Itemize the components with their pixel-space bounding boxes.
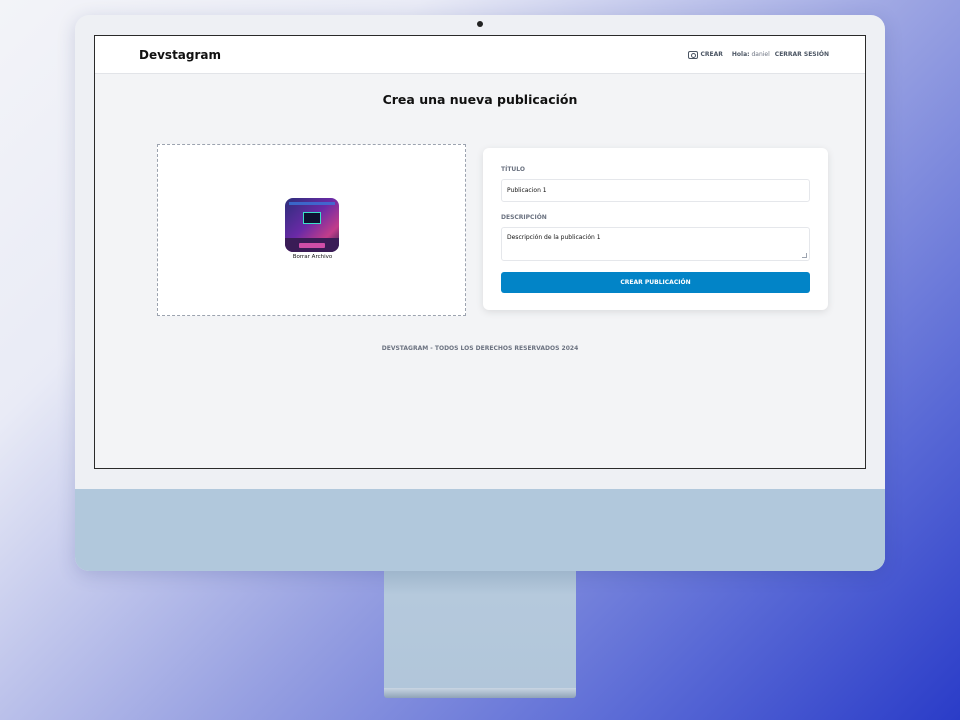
image-dropzone[interactable]: Borrar Archivo <box>157 144 466 316</box>
imac-stand <box>384 571 576 689</box>
uploaded-image-thumbnail <box>285 198 339 252</box>
camera-dot <box>477 21 483 27</box>
thumbnail-detail <box>299 243 325 248</box>
remove-file-link[interactable]: Borrar Archivo <box>158 254 467 260</box>
imac-chin <box>75 489 885 571</box>
thumbnail-detail <box>303 212 321 224</box>
post-form: Título Publicacion 1 Descripción Descrip… <box>483 148 828 310</box>
top-nav: Crear Hola: daniel Cerrar Sesión <box>684 49 829 61</box>
imac-frame: Devstagram Crear Hola: daniel Cerrar Ses… <box>75 15 885 571</box>
title-label: Título <box>501 166 525 173</box>
greeting-label: Hola: <box>731 51 750 58</box>
footer-text: Devstagram - Todos los derechos reservad… <box>381 345 579 352</box>
app-screen: Devstagram Crear Hola: daniel Cerrar Ses… <box>94 35 866 469</box>
main-content: Crea una nueva publicación Borrar Archiv… <box>95 92 865 352</box>
logout-button[interactable]: Cerrar Sesión <box>775 51 829 58</box>
greeting: Hola: daniel <box>732 51 770 58</box>
description-label: Descripción <box>501 214 547 221</box>
app-header: Devstagram Crear Hola: daniel Cerrar Ses… <box>95 36 865 74</box>
brand-logo[interactable]: Devstagram <box>139 48 221 62</box>
page-title: Crea una nueva publicación <box>382 92 578 107</box>
camera-icon <box>687 50 698 59</box>
create-label: Crear <box>700 51 723 58</box>
create-post-button[interactable]: Crear Publicación <box>501 272 810 293</box>
thumbnail-detail <box>289 202 335 205</box>
create-link[interactable]: Crear <box>684 49 727 61</box>
username: daniel <box>751 51 770 58</box>
imac-stand-foot <box>384 688 576 698</box>
description-textarea[interactable]: Descripción de la publicación 1 <box>501 227 810 261</box>
title-input[interactable]: Publicacion 1 <box>501 179 810 202</box>
